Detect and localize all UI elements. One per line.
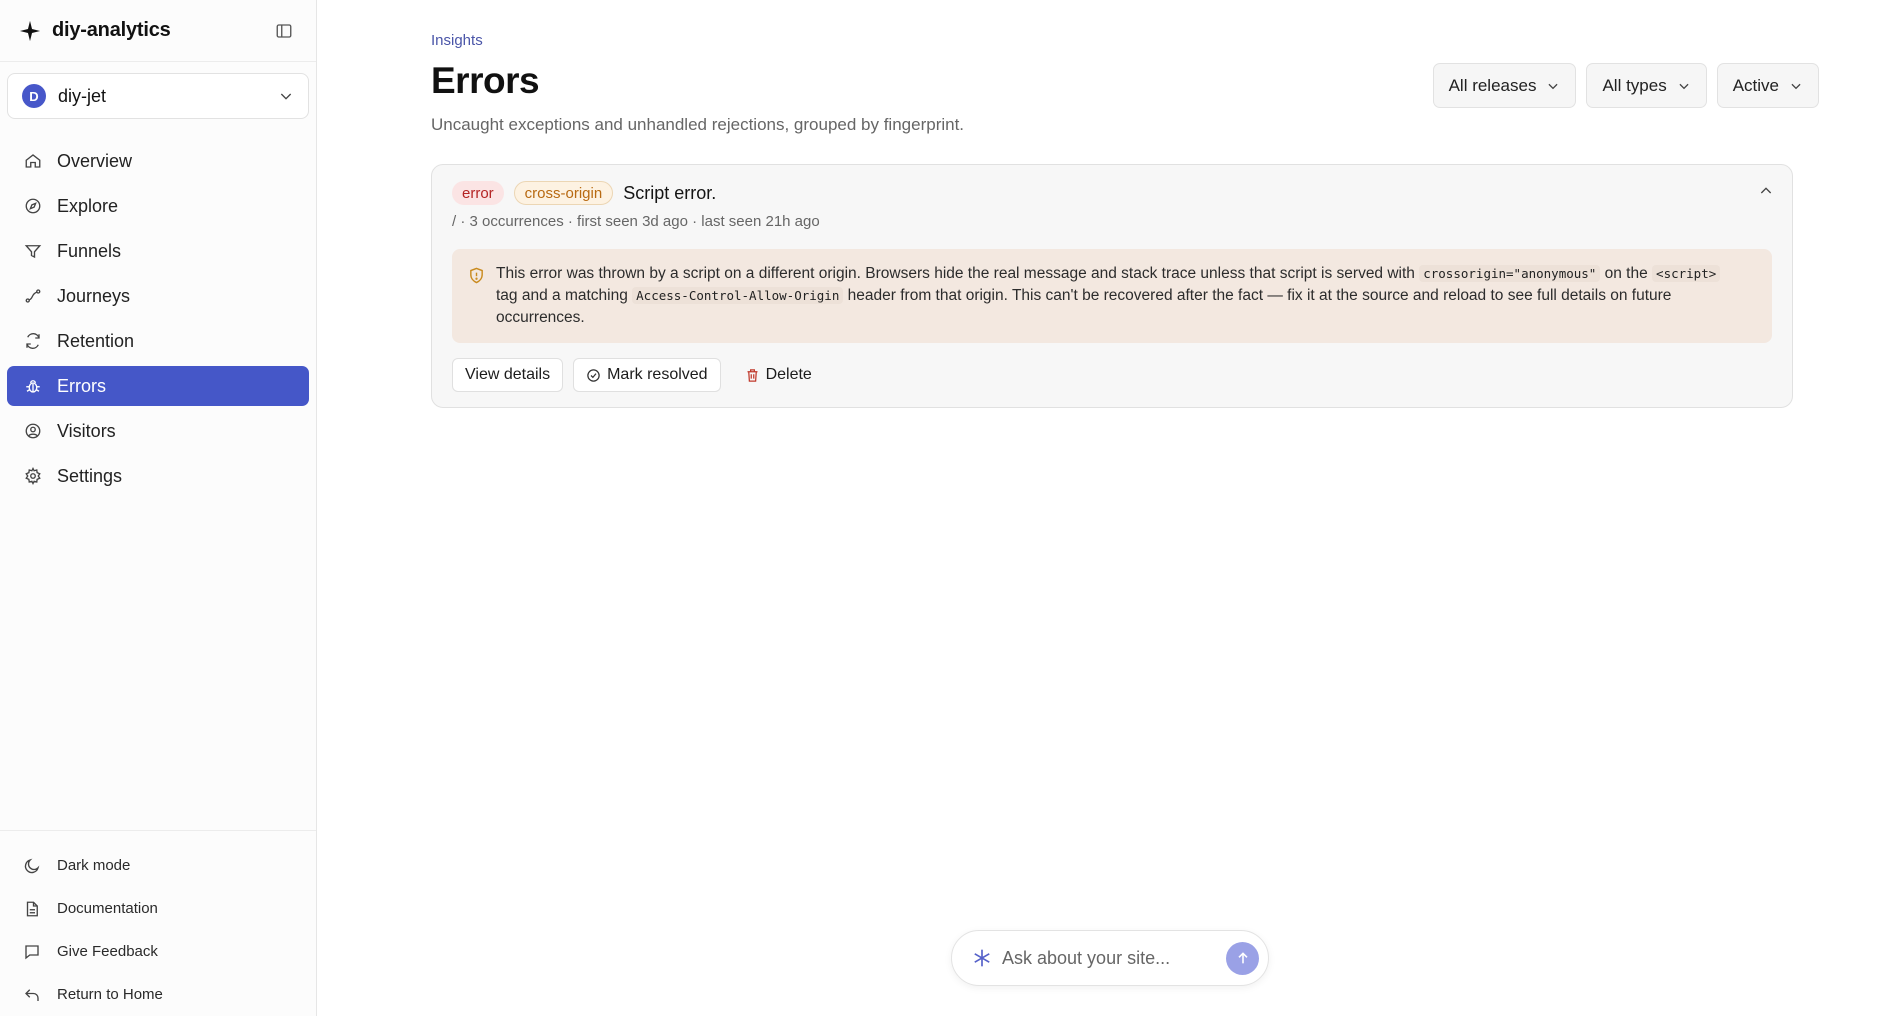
ask-input[interactable]: [1002, 947, 1212, 969]
route-icon: [23, 286, 43, 306]
page-title: Errors: [431, 60, 540, 101]
app-root: diy-analytics D diy-jet Overview Explore…: [0, 0, 1897, 1016]
breadcrumb[interactable]: Insights: [431, 32, 483, 49]
sidebar-item-label: Overview: [57, 150, 133, 171]
delete-button[interactable]: Delete: [731, 358, 824, 392]
sidebar-item-label: Visitors: [57, 420, 116, 441]
footer-item-label: Return to Home: [57, 986, 163, 1003]
refresh-icon: [23, 331, 43, 351]
error-level-badge: error: [452, 181, 504, 205]
arrow-up-icon: [1237, 952, 1248, 964]
asterisk-icon: [972, 948, 992, 968]
trash-icon: [745, 368, 760, 383]
warning-message: This error was thrown by a script on a d…: [496, 263, 1742, 329]
document-icon: [23, 900, 41, 918]
check-circle-icon: [586, 368, 601, 383]
sidebar-item-label: Errors: [57, 375, 106, 396]
sidebar-item-visitors[interactable]: Visitors: [7, 411, 309, 451]
code-crossorigin: crossorigin="anonymous": [1419, 265, 1601, 282]
give-feedback-link[interactable]: Give Feedback: [0, 930, 316, 973]
cross-origin-warning: This error was thrown by a script on a d…: [452, 249, 1772, 343]
types-filter-label: All types: [1602, 75, 1667, 95]
error-kind-badge: cross-origin: [513, 181, 614, 205]
site-name: diy-jet: [58, 85, 107, 106]
error-group-card: error cross-origin Script error. / · 3 o…: [431, 164, 1793, 408]
sidebar-toggle-icon[interactable]: [270, 17, 298, 45]
bug-icon: [23, 376, 43, 396]
warning-text-1: This error was thrown by a script on a d…: [496, 265, 1420, 282]
sidebar-item-explore[interactable]: Explore: [7, 186, 309, 226]
site-selector[interactable]: D diy-jet: [7, 73, 309, 119]
return-icon: [23, 986, 41, 1004]
brand-name: diy-analytics: [52, 19, 171, 41]
compass-icon: [23, 196, 43, 216]
sidebar-footer: Dark mode Documentation Give Feedback Re…: [0, 830, 316, 1016]
page-subtitle: Uncaught exceptions and unhandled reject…: [431, 115, 965, 134]
footer-item-label: Documentation: [57, 900, 158, 917]
warning-text-3: tag and a matching: [496, 287, 633, 304]
code-script-tag: <script>: [1652, 265, 1721, 282]
sidebar: diy-analytics D diy-jet Overview Explore…: [0, 0, 317, 1016]
releases-filter-label: All releases: [1448, 75, 1537, 95]
error-card-actions: View details Mark resolved Delete: [452, 358, 824, 392]
sidebar-item-label: Retention: [57, 330, 135, 351]
shield-alert-icon: [468, 267, 485, 284]
sidebar-item-funnels[interactable]: Funnels: [7, 231, 309, 271]
sidebar-item-journeys[interactable]: Journeys: [7, 276, 309, 316]
chevron-down-icon: [1789, 79, 1803, 93]
sidebar-item-label: Settings: [57, 465, 123, 486]
sidebar-item-label: Explore: [57, 195, 119, 216]
home-icon: [23, 151, 43, 171]
mark-resolved-label: Mark resolved: [607, 366, 708, 383]
chevron-up-icon[interactable]: [1758, 183, 1774, 199]
status-filter[interactable]: Active: [1716, 63, 1819, 108]
ask-assistant-bar: [951, 930, 1269, 986]
chevron-down-icon: [1677, 79, 1691, 93]
user-circle-icon: [23, 421, 43, 441]
message-icon: [23, 943, 41, 961]
chevron-down-icon: [278, 88, 294, 104]
error-meta: / · 3 occurrences · first seen 3d ago · …: [452, 213, 820, 230]
sidebar-nav: Overview Explore Funnels Journeys Retent…: [0, 141, 316, 501]
return-home-link[interactable]: Return to Home: [0, 973, 316, 1016]
error-card-header: error cross-origin Script error.: [452, 181, 716, 205]
sidebar-item-errors[interactable]: Errors: [7, 366, 309, 406]
gear-icon: [23, 466, 43, 486]
footer-item-label: Give Feedback: [57, 943, 158, 960]
dark-mode-toggle[interactable]: Dark mode: [0, 844, 316, 887]
moon-icon: [23, 857, 41, 875]
delete-label: Delete: [765, 366, 812, 383]
chevron-down-icon: [1546, 79, 1560, 93]
sidebar-item-retention[interactable]: Retention: [7, 321, 309, 361]
status-filter-label: Active: [1732, 75, 1779, 95]
funnel-icon: [23, 241, 43, 261]
sidebar-item-settings[interactable]: Settings: [7, 456, 309, 496]
site-avatar: D: [22, 84, 46, 108]
releases-filter[interactable]: All releases: [1432, 63, 1577, 108]
filter-bar: All releases All types Active: [1432, 63, 1819, 108]
mark-resolved-button[interactable]: Mark resolved: [573, 358, 721, 392]
main-content: Insights Errors Uncaught exceptions and …: [317, 0, 1897, 1016]
send-button[interactable]: [1226, 941, 1259, 975]
code-acao-header: Access-Control-Allow-Origin: [632, 287, 844, 304]
view-details-button[interactable]: View details: [452, 358, 564, 392]
sidebar-item-overview[interactable]: Overview: [7, 141, 309, 181]
brand-header: diy-analytics: [0, 0, 316, 62]
sparkle-icon: [18, 19, 42, 43]
sidebar-item-label: Journeys: [57, 285, 131, 306]
types-filter[interactable]: All types: [1586, 63, 1707, 108]
documentation-link[interactable]: Documentation: [0, 887, 316, 930]
error-title: Script error.: [623, 182, 717, 203]
warning-text-2: on the: [1600, 265, 1653, 282]
sidebar-item-label: Funnels: [57, 240, 122, 261]
footer-item-label: Dark mode: [57, 857, 131, 874]
